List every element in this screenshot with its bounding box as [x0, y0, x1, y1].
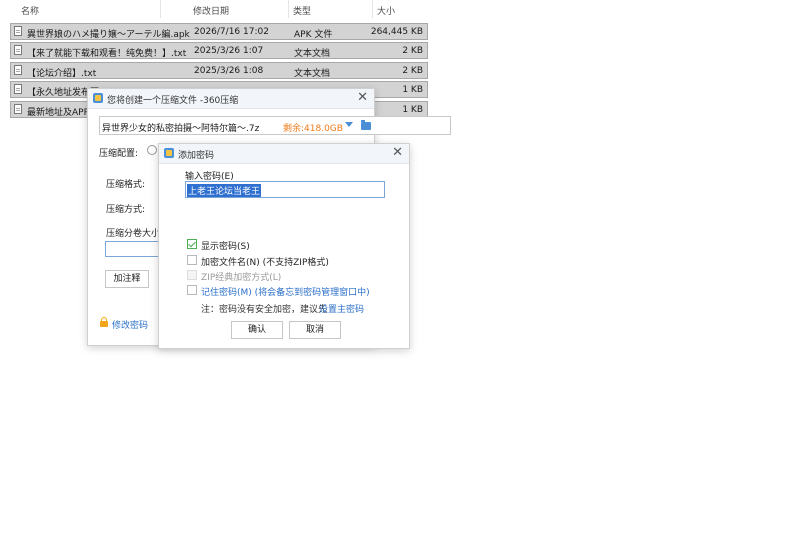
- file-type: 文本文档: [294, 49, 331, 59]
- encrypt-filenames-label: 加密文件名(N) (不支持ZIP格式): [201, 258, 329, 268]
- file-type: 文本文档: [294, 69, 331, 79]
- close-icon[interactable]: ✕: [357, 90, 368, 106]
- file-type: APK 文件: [294, 30, 333, 40]
- confirm-button[interactable]: 确认: [231, 321, 283, 339]
- security-note: 注：密码没有安全加密，建议先: [201, 305, 328, 315]
- file-row[interactable]: 【来了就能下载和观看！纯免费！】.txt 2025/3/26 1:07 文本文档…: [10, 42, 428, 59]
- column-name-header[interactable]: 名称: [21, 4, 39, 17]
- file-name: 【来了就能下载和观看！纯免费！】.txt: [27, 49, 187, 59]
- compress-config-label: 压缩配置:: [99, 149, 139, 159]
- archive-app-icon: [164, 148, 174, 158]
- file-icon: [14, 45, 22, 55]
- file-size: 2 KB: [402, 66, 423, 76]
- password-dialog-title: 添加密码: [178, 151, 215, 161]
- password-value: 上老王论坛当老王: [187, 184, 262, 197]
- column-separator[interactable]: [160, 0, 161, 18]
- compress-method-label: 压缩方式:: [106, 205, 146, 215]
- file-date: 2025/3/26 1:08: [194, 66, 264, 76]
- add-comment-button[interactable]: 加注释: [105, 270, 149, 288]
- folder-icon[interactable]: [361, 120, 371, 130]
- file-icon: [14, 65, 22, 75]
- split-size-label: 压缩分卷大小:: [106, 229, 164, 239]
- zip-classic-checkbox: [187, 270, 197, 280]
- compress-window-title: 您将创建一个压缩文件 -360压缩: [107, 96, 239, 106]
- encrypt-filenames-checkbox[interactable]: [187, 255, 197, 265]
- free-space-label: 剩余:418.0GB: [283, 124, 343, 134]
- dropdown-arrow-icon[interactable]: [345, 122, 353, 127]
- file-icon: [14, 84, 22, 94]
- compress-format-label: 压缩格式:: [106, 180, 146, 190]
- file-size: 264,445 KB: [370, 27, 423, 37]
- column-type-header[interactable]: 类型: [293, 4, 311, 17]
- remember-password-checkbox[interactable]: [187, 285, 197, 295]
- file-row[interactable]: 異世界娘のハメ撮り嬢～アーテル編.apk 2026/7/16 17:02 APK…: [10, 23, 428, 40]
- sort-ascending-icon: ^: [97, 0, 104, 5]
- column-separator[interactable]: [288, 0, 289, 18]
- lock-icon: [100, 317, 108, 327]
- cancel-button[interactable]: 取消: [289, 321, 341, 339]
- column-size-header[interactable]: 大小: [377, 4, 395, 17]
- file-size: 1 KB: [402, 85, 423, 95]
- show-password-label: 显示密码(S): [201, 242, 250, 252]
- file-row[interactable]: 【论坛介绍】.txt 2025/3/26 1:08 文本文档 2 KB: [10, 62, 428, 79]
- file-icon: [14, 104, 22, 114]
- password-titlebar[interactable]: 添加密码 ✕: [159, 144, 409, 164]
- compress-titlebar[interactable]: 您将创建一个压缩文件 -360压缩 ✕: [88, 89, 374, 109]
- add-password-dialog: 添加密码 ✕ 输入密码(E) 上老王论坛当老王 显示密码(S) 加密文件名(N)…: [158, 143, 410, 349]
- archive-app-icon: [93, 93, 103, 103]
- file-name: 異世界娘のハメ撮り嬢～アーテル編.apk: [27, 30, 190, 40]
- close-icon[interactable]: ✕: [392, 145, 403, 161]
- column-date-header[interactable]: 修改日期: [193, 4, 229, 17]
- change-password-link[interactable]: 修改密码: [112, 318, 148, 331]
- file-icon: [14, 26, 22, 36]
- file-date: 2025/3/26 1:07: [194, 46, 264, 56]
- password-input[interactable]: 上老王论坛当老王: [185, 181, 385, 198]
- set-master-password-link[interactable]: 设置主密码: [319, 302, 364, 315]
- file-size: 1 KB: [402, 105, 423, 115]
- archive-path-field[interactable]: 异世界少女的私密拍摄～阿特尔篇～.7z 剩余:418.0GB: [99, 116, 451, 135]
- config-radio[interactable]: [147, 145, 157, 155]
- show-password-checkbox[interactable]: [187, 239, 197, 249]
- file-size: 2 KB: [402, 46, 423, 56]
- split-size-input[interactable]: [105, 241, 161, 257]
- file-name: 【论坛介绍】.txt: [27, 69, 97, 79]
- zip-classic-label: ZIP经典加密方式(L): [201, 273, 282, 283]
- archive-path-text: 异世界少女的私密拍摄～阿特尔篇～.7z: [102, 124, 260, 134]
- file-date: 2026/7/16 17:02: [194, 27, 269, 37]
- remember-password-label[interactable]: 记住密码(M) (将会备忘到密码管理窗口中): [201, 285, 370, 298]
- column-separator[interactable]: [372, 0, 373, 18]
